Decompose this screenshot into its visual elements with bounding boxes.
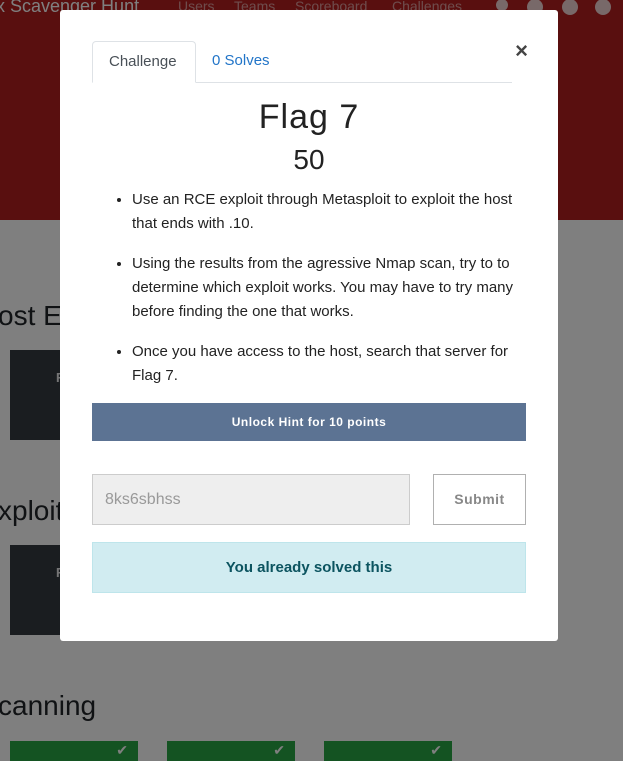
solved-alert: You already solved this [92, 542, 526, 593]
modal-tabs: Challenge 0 Solves [92, 41, 512, 83]
challenge-name: Flag 7 [258, 98, 360, 136]
challenge-description: Use an RCE exploit through Metasploit to… [100, 188, 520, 404]
challenge-modal: × Challenge 0 Solves Flag 7 50 Use an RC… [60, 10, 558, 641]
description-item: Use an RCE exploit through Metasploit to… [132, 188, 520, 236]
challenge-value: 50 [293, 144, 325, 175]
answer-input[interactable]: 8ks6sbhss [92, 474, 410, 525]
unlock-hint-button[interactable]: Unlock Hint for 10 points [92, 403, 526, 441]
description-item: Once you have access to the host, search… [132, 340, 520, 388]
close-icon[interactable]: × [515, 40, 528, 62]
description-item: Using the results from the agressive Nma… [132, 252, 520, 324]
submit-button[interactable]: Submit [433, 474, 526, 525]
tab-challenge[interactable]: Challenge [92, 41, 196, 83]
tab-solves[interactable]: 0 Solves [196, 41, 286, 83]
